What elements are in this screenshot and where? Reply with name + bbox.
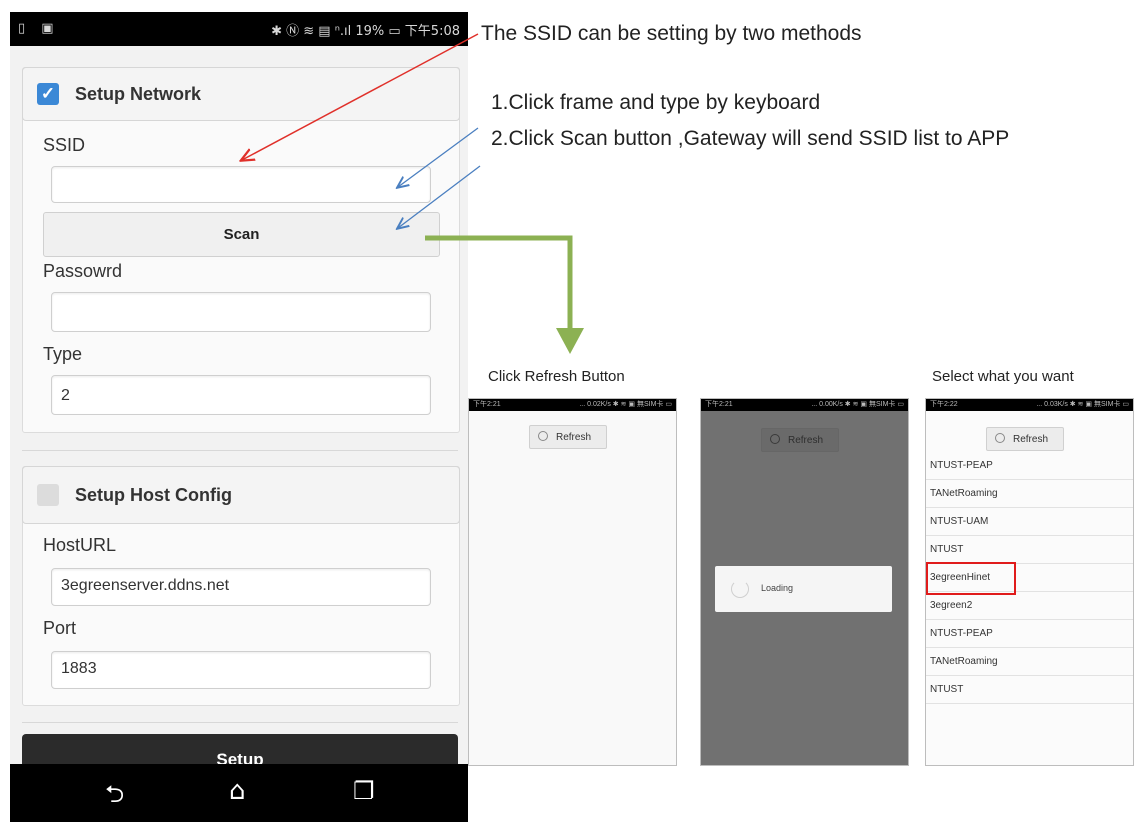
refresh-button[interactable]: Refresh	[529, 425, 607, 449]
refresh-icon	[995, 433, 1005, 444]
screenshot-loading: 下午2:21 ... 0.00K/s ✱ ≋ ▣ 無SIM卡 ▭ Refresh…	[700, 398, 909, 766]
loading-dialog: Loading	[715, 566, 892, 612]
mini-status-info: ... 0.02K/s ✱ ≋ ▣ 無SIM卡 ▭	[579, 401, 672, 408]
ssid-list-item[interactable]: TANetRoaming	[926, 648, 1133, 676]
green-arrow	[425, 235, 573, 330]
ssid-list-item[interactable]: NTUST-PEAP	[926, 452, 1133, 480]
selection-highlight-box	[926, 562, 1016, 595]
mini-status-info: ... 0.03K/s ✱ ≋ ▣ 無SIM卡 ▭	[1036, 401, 1129, 408]
mini-time: 下午2:21	[473, 401, 501, 408]
mini-time: 下午2:22	[930, 401, 958, 408]
refresh-label: Refresh	[556, 432, 592, 443]
mini-status-bar: 下午2:21 ... 0.02K/s ✱ ≋ ▣ 無SIM卡 ▭	[469, 399, 676, 411]
refresh-label: Refresh	[788, 435, 824, 446]
caption-select: Select what you want	[932, 368, 1074, 385]
ssid-list-item[interactable]: 3egreen2	[926, 592, 1133, 620]
ssid-list-item[interactable]: NTUST	[926, 536, 1133, 564]
mini-time: 下午2:21	[705, 401, 733, 408]
screenshot-refresh: 下午2:21 ... 0.02K/s ✱ ≋ ▣ 無SIM卡 ▭ Refresh	[468, 398, 677, 766]
red-arrow	[242, 33, 479, 160]
ssid-list-item[interactable]: TANetRoaming	[926, 480, 1133, 508]
refresh-icon	[770, 434, 780, 445]
blue-arrow-frame	[398, 127, 479, 187]
loading-label: Loading	[761, 583, 794, 593]
refresh-button[interactable]: Refresh	[986, 427, 1064, 451]
mini-status-bar: 下午2:21 ... 0.00K/s ✱ ≋ ▣ 無SIM卡 ▭	[701, 399, 908, 411]
screenshot-ssid-list: 下午2:22 ... 0.03K/s ✱ ≋ ▣ 無SIM卡 ▭ Refresh…	[925, 398, 1134, 766]
caption-refresh: Click Refresh Button	[488, 368, 625, 385]
refresh-button-dimmed: Refresh	[761, 428, 839, 452]
refresh-icon	[538, 431, 548, 442]
mini-status-bar: 下午2:22 ... 0.03K/s ✱ ≋ ▣ 無SIM卡 ▭	[926, 399, 1133, 411]
ssid-list-item[interactable]: NTUST	[926, 676, 1133, 704]
ssid-list-item[interactable]: NTUST-UAM	[926, 508, 1133, 536]
ssid-list-item[interactable]: NTUST-PEAP	[926, 620, 1133, 648]
refresh-label: Refresh	[1013, 434, 1049, 445]
green-arrow-head	[556, 328, 584, 354]
mini-status-info: ... 0.00K/s ✱ ≋ ▣ 無SIM卡 ▭	[811, 401, 904, 408]
spinner-icon	[731, 580, 749, 598]
blue-arrow-scan	[398, 165, 481, 228]
